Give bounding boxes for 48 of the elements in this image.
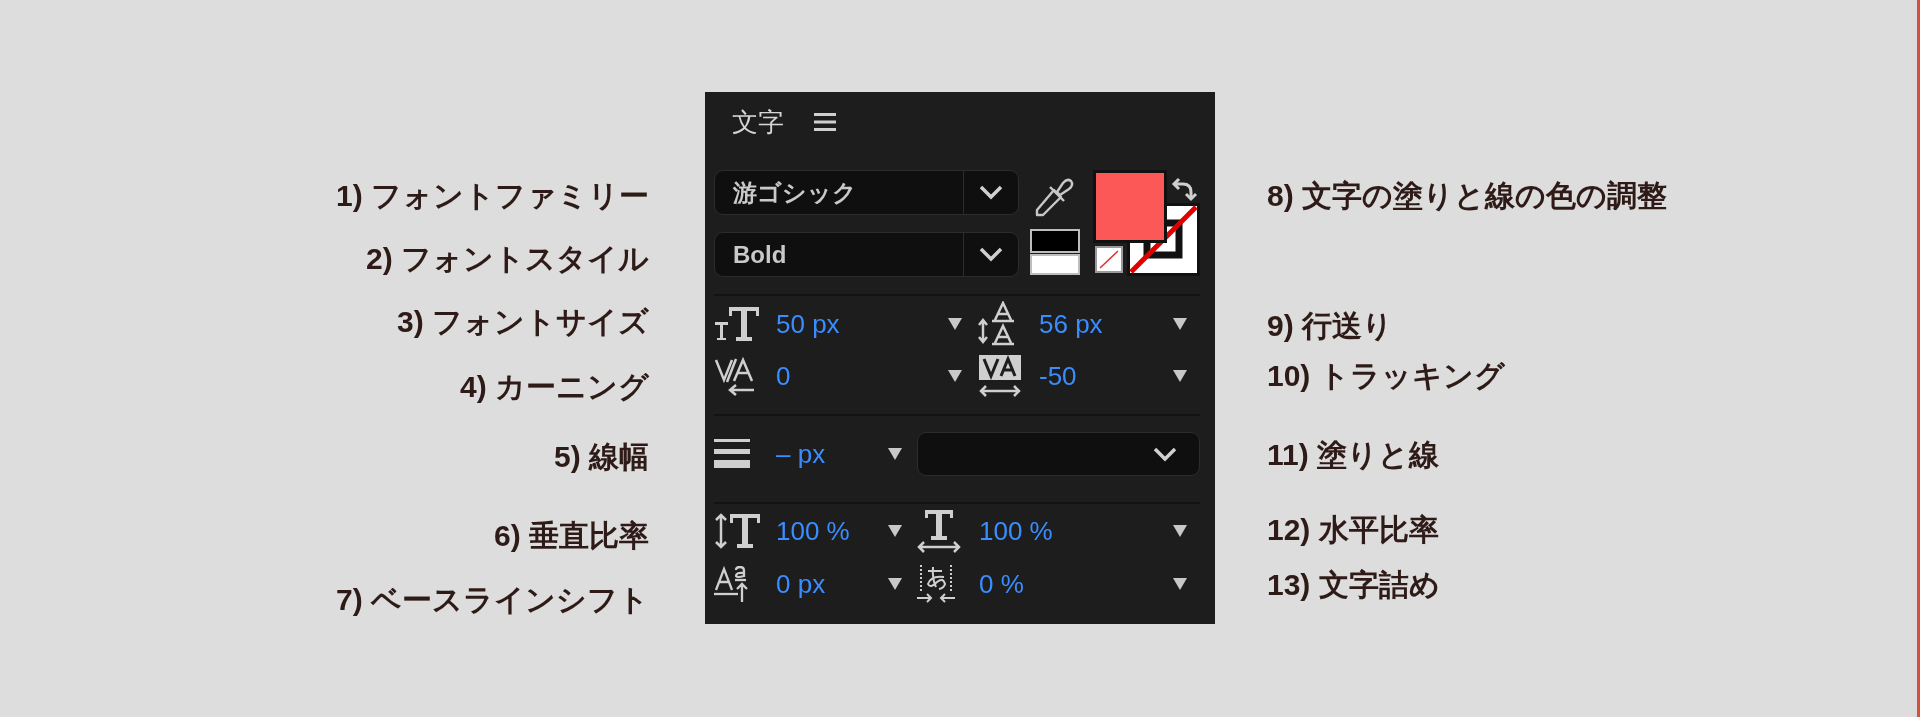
annotation-label: 3) フォントサイズ: [396, 304, 649, 340]
tracking-value[interactable]: -50: [1039, 363, 1077, 389]
caret-icon[interactable]: [1173, 577, 1187, 590]
annotation-label: 8) 文字の塗りと線の色の調整: [1267, 178, 1667, 214]
annotation-label: 7) ベースラインシフト: [335, 582, 649, 618]
baseline-shift-value[interactable]: 0 px: [776, 570, 826, 597]
caret-icon[interactable]: [948, 370, 962, 382]
annotation-label: 5) 線幅: [553, 439, 649, 475]
none-swatch-icon[interactable]: [1095, 246, 1123, 273]
default-colors-icon[interactable]: [1030, 229, 1080, 275]
horizontal-scale-value[interactable]: 100 %: [979, 517, 1053, 544]
caret-icon[interactable]: [948, 318, 962, 330]
vertical-scale-value[interactable]: 100 %: [776, 517, 850, 544]
stroke-width-value[interactable]: – px: [776, 441, 826, 467]
annotation-label: 9) 行送り: [1267, 308, 1394, 344]
annotation-label: 10) トラッキング: [1267, 358, 1506, 394]
font-size-value[interactable]: 50 px: [776, 311, 840, 337]
vertical-scale-icon: [714, 511, 762, 550]
horizontal-scale-icon: [917, 508, 961, 553]
annotation-label: 2) フォントスタイル: [365, 241, 649, 277]
annotation-label: 13) 文字詰め: [1267, 567, 1441, 603]
annotation-label: 1) フォントファミリー: [335, 178, 649, 214]
panel-title: 文字: [732, 109, 784, 135]
chevron-down-icon: [979, 247, 1003, 262]
font-style-dropdown[interactable]: Bold: [714, 232, 1019, 277]
caret-icon[interactable]: [888, 577, 902, 590]
font-size-icon: [714, 305, 760, 343]
chevron-down-icon: [1153, 446, 1177, 462]
font-family-dropdown[interactable]: 游ゴシック: [714, 170, 1019, 215]
leading-value[interactable]: 56 px: [1039, 311, 1103, 337]
annotation-label: 12) 水平比率: [1267, 512, 1440, 548]
menu-icon[interactable]: [814, 113, 836, 131]
character-spacing-icon: [917, 564, 955, 603]
fill-swatch-icon[interactable]: [1093, 170, 1167, 243]
chevron-down-icon: [979, 185, 1003, 200]
annotation-label: 6) 垂直比率: [493, 518, 649, 554]
caret-icon[interactable]: [1173, 524, 1187, 537]
caret-icon[interactable]: [1173, 318, 1187, 330]
caret-icon[interactable]: [1173, 370, 1187, 382]
tracking-icon: [977, 353, 1023, 399]
caret-icon[interactable]: [888, 524, 902, 537]
swap-arrow-icon[interactable]: [1170, 178, 1198, 202]
caret-icon[interactable]: [888, 448, 902, 460]
kerning-value[interactable]: 0: [776, 363, 791, 389]
tsume-value[interactable]: 0 %: [979, 570, 1024, 597]
line-weight-icon: [714, 439, 750, 469]
annotation-label: 11) 塗りと線: [1267, 437, 1441, 473]
annotation-label: 4) カーニング: [459, 369, 649, 405]
